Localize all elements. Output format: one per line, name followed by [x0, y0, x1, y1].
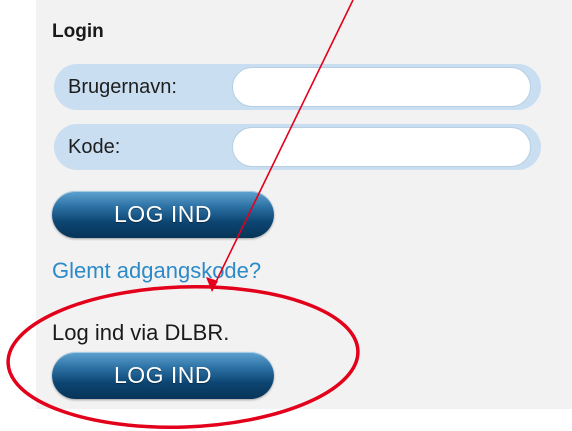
login-title: Login	[52, 21, 104, 42]
password-row: Kode:	[54, 124, 541, 170]
dlbr-login-text: Log ind via DLBR.	[52, 320, 230, 345]
username-label: Brugernavn:	[68, 76, 177, 98]
login-button[interactable]: LOG IND	[52, 191, 274, 238]
dlbr-login-button[interactable]: LOG IND	[52, 352, 274, 399]
forgot-password-link[interactable]: Glemt adgangskode?	[52, 258, 261, 284]
username-input[interactable]	[232, 67, 531, 107]
username-row: Brugernavn:	[54, 64, 541, 110]
password-input[interactable]	[232, 127, 531, 167]
password-label: Kode:	[68, 136, 121, 158]
